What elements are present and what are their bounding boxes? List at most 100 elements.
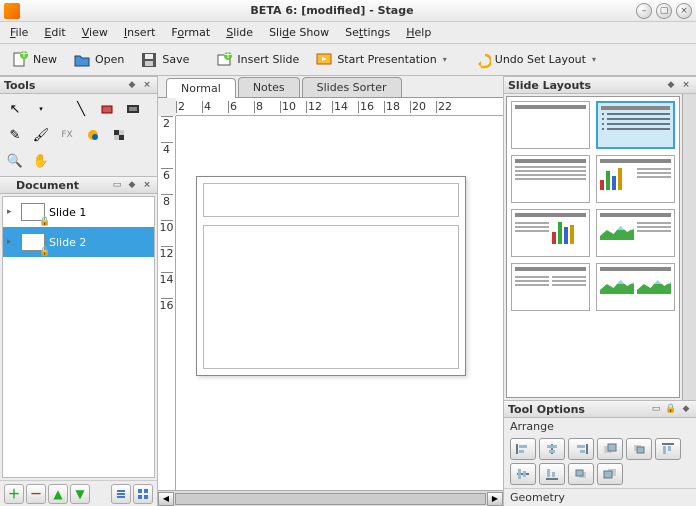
pan-tool[interactable]: ✋ bbox=[30, 150, 52, 172]
layout-title-bullets[interactable] bbox=[596, 101, 675, 149]
menu-view[interactable]: View bbox=[74, 24, 116, 41]
text-tool[interactable]: ▾ bbox=[30, 98, 52, 120]
collapse-icon[interactable]: ◆ bbox=[665, 79, 677, 91]
layout-title-lines[interactable] bbox=[511, 155, 590, 203]
tab-normal[interactable]: Normal bbox=[166, 78, 236, 98]
slide-item-2[interactable]: ▸ Slide 2 🔒 bbox=[3, 227, 154, 257]
expand-icon[interactable]: ▸ bbox=[7, 237, 17, 247]
line-tool[interactable]: ╲ bbox=[70, 98, 92, 120]
tab-slides-sorter[interactable]: Slides Sorter bbox=[302, 77, 402, 97]
svg-text:+: + bbox=[19, 51, 28, 60]
align-left-button[interactable] bbox=[510, 438, 536, 460]
title-placeholder[interactable] bbox=[203, 183, 459, 217]
scroll-track[interactable] bbox=[175, 493, 486, 505]
start-presentation-button[interactable]: Start Presentation ▾ bbox=[308, 47, 453, 73]
save-button[interactable]: Save bbox=[133, 47, 196, 73]
arrange-buttons bbox=[504, 435, 696, 488]
menu-slide[interactable]: Slide bbox=[218, 24, 261, 41]
send-backward-button[interactable] bbox=[568, 463, 594, 485]
close-button[interactable]: × bbox=[676, 3, 692, 19]
undo-button[interactable]: Undo Set Layout ▾ bbox=[466, 47, 603, 73]
pattern-tool[interactable] bbox=[108, 124, 130, 146]
add-slide-button[interactable]: ＋ bbox=[4, 484, 24, 504]
send-back-button[interactable] bbox=[597, 463, 623, 485]
move-down-button[interactable]: ▼ bbox=[70, 484, 90, 504]
horizontal-scrollbar[interactable]: ◀ ▶ bbox=[158, 490, 503, 506]
layout-blank[interactable] bbox=[511, 101, 590, 149]
align-center-h-button[interactable] bbox=[539, 438, 565, 460]
tool-options-header: Tool Options ▭ 🔒 ◆ bbox=[504, 400, 696, 418]
window-title: BETA 6: [modified] - Stage bbox=[28, 4, 636, 17]
document-panel-header: Document ▭ ◆ × bbox=[0, 176, 157, 194]
close-panel-icon[interactable]: × bbox=[141, 179, 153, 191]
shape-tool[interactable] bbox=[96, 98, 118, 120]
window-titlebar: BETA 6: [modified] - Stage – ▢ × bbox=[0, 0, 696, 22]
collapse-icon[interactable]: ◆ bbox=[126, 179, 138, 191]
current-slide[interactable] bbox=[196, 176, 466, 376]
bring-front-button[interactable] bbox=[597, 438, 623, 460]
grid-view-button[interactable] bbox=[133, 484, 153, 504]
pencil-tool[interactable]: ✎ bbox=[4, 124, 26, 146]
menu-help[interactable]: Help bbox=[398, 24, 439, 41]
slide-list[interactable]: ▸ Slide 1 🔒 ▸ Slide 2 🔒 bbox=[2, 196, 155, 478]
open-icon bbox=[73, 51, 91, 69]
presentation-icon bbox=[315, 51, 333, 69]
maximize-button[interactable]: ▢ bbox=[656, 3, 672, 19]
tools-title: Tools bbox=[4, 79, 35, 92]
gradient-tool[interactable] bbox=[82, 124, 104, 146]
fx-tool[interactable]: FX bbox=[56, 124, 78, 146]
slide-canvas[interactable] bbox=[176, 116, 503, 490]
scroll-left-button[interactable]: ◀ bbox=[158, 492, 174, 506]
layout-text-chart[interactable] bbox=[511, 209, 590, 257]
open-button[interactable]: Open bbox=[66, 47, 131, 73]
app-icon bbox=[4, 3, 20, 19]
menu-format[interactable]: Format bbox=[163, 24, 218, 41]
horizontal-ruler: 246810121416182022 bbox=[176, 98, 503, 116]
tab-notes[interactable]: Notes bbox=[238, 77, 300, 97]
layout-image-text[interactable] bbox=[596, 209, 675, 257]
dropdown-icon[interactable]: ▾ bbox=[592, 55, 596, 64]
tools-grid: ↖ ▾ ╲ ✎ 🖌 FX 🔍 ✋ bbox=[0, 94, 157, 176]
menu-edit[interactable]: Edit bbox=[36, 24, 73, 41]
align-right-button[interactable] bbox=[568, 438, 594, 460]
scroll-right-button[interactable]: ▶ bbox=[487, 492, 503, 506]
bring-forward-button[interactable] bbox=[626, 438, 652, 460]
lock-icon[interactable]: 🔒 bbox=[665, 403, 677, 415]
layout-chart-text[interactable] bbox=[596, 155, 675, 203]
minimize-button[interactable]: – bbox=[636, 3, 652, 19]
collapse-icon[interactable]: ◆ bbox=[680, 403, 692, 415]
arrow-tool[interactable]: ↖ bbox=[4, 98, 26, 120]
content-placeholder[interactable] bbox=[203, 225, 459, 369]
move-up-button[interactable]: ▲ bbox=[48, 484, 68, 504]
layout-two-image[interactable] bbox=[596, 263, 675, 311]
new-button[interactable]: + New bbox=[4, 47, 64, 73]
close-panel-icon[interactable]: × bbox=[141, 79, 153, 91]
layout-scrollbar[interactable] bbox=[682, 94, 696, 400]
insert-slide-label: Insert Slide bbox=[237, 53, 299, 66]
menu-slideshow[interactable]: Slide Show bbox=[261, 24, 337, 41]
menu-file[interactable]: File bbox=[2, 24, 36, 41]
align-top-button[interactable] bbox=[655, 438, 681, 460]
lock-icon: 🔒 bbox=[39, 217, 50, 227]
align-bottom-button[interactable] bbox=[539, 463, 565, 485]
collapse-icon[interactable]: ◆ bbox=[126, 79, 138, 91]
menu-settings[interactable]: Settings bbox=[337, 24, 398, 41]
remove-slide-button[interactable]: － bbox=[26, 484, 46, 504]
layout-two-text[interactable] bbox=[511, 263, 590, 311]
brush-tool[interactable]: 🖌 bbox=[30, 124, 52, 146]
arrange-label: Arrange bbox=[504, 418, 696, 435]
close-panel-icon[interactable]: × bbox=[680, 79, 692, 91]
panel-menu-icon[interactable]: ▭ bbox=[111, 179, 123, 191]
expand-icon[interactable]: ▸ bbox=[7, 207, 17, 217]
dropdown-icon[interactable]: ▾ bbox=[443, 55, 447, 64]
align-center-v-button[interactable] bbox=[510, 463, 536, 485]
menu-insert[interactable]: Insert bbox=[116, 24, 164, 41]
panel-menu-icon[interactable]: ▭ bbox=[650, 403, 662, 415]
slide-item-1[interactable]: ▸ Slide 1 🔒 bbox=[3, 197, 154, 227]
list-view-button[interactable] bbox=[111, 484, 131, 504]
new-icon: + bbox=[11, 51, 29, 69]
start-presentation-label: Start Presentation bbox=[337, 53, 436, 66]
media-tool[interactable] bbox=[122, 98, 144, 120]
insert-slide-button[interactable]: + Insert Slide bbox=[208, 47, 306, 73]
zoom-tool[interactable]: 🔍 bbox=[4, 150, 26, 172]
